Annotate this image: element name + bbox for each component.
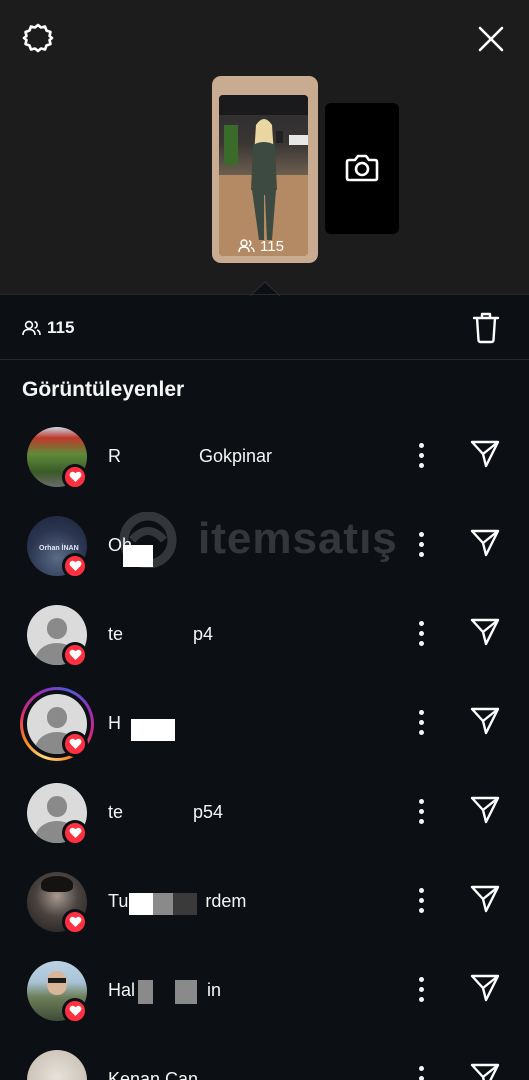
viewers-icon xyxy=(238,239,255,253)
send-icon[interactable] xyxy=(469,439,501,469)
heart-icon xyxy=(62,464,88,490)
settings-icon[interactable] xyxy=(22,22,54,54)
trash-icon[interactable] xyxy=(472,312,500,344)
viewer-count: 115 xyxy=(47,318,75,337)
redaction-block xyxy=(123,545,153,567)
close-icon[interactable] xyxy=(476,24,506,54)
heart-icon xyxy=(62,553,88,579)
more-icon[interactable] xyxy=(410,440,432,470)
viewer-name[interactable]: Kenan Can xyxy=(108,1069,198,1080)
story-viewer-count-value: 115 xyxy=(260,237,284,255)
redaction-block xyxy=(138,980,153,1004)
send-icon[interactable] xyxy=(469,617,501,647)
heart-icon xyxy=(62,998,88,1024)
viewer-name[interactable]: Hal in xyxy=(108,980,221,1001)
heart-icon xyxy=(62,642,88,668)
send-icon[interactable] xyxy=(469,884,501,914)
viewer-name[interactable]: R Gokpinar xyxy=(108,446,272,467)
more-icon[interactable] xyxy=(410,974,432,1004)
viewers-heading: Görüntüleyenler xyxy=(22,378,185,401)
more-icon[interactable] xyxy=(410,618,432,648)
heart-icon xyxy=(62,820,88,846)
viewer-row[interactable]: Tu rdem xyxy=(0,867,529,956)
avatar[interactable] xyxy=(27,1050,87,1080)
send-icon[interactable] xyxy=(469,528,501,558)
viewer-row[interactable]: Hal in xyxy=(0,956,529,1045)
send-icon[interactable] xyxy=(469,706,501,736)
send-icon[interactable] xyxy=(469,795,501,825)
heart-icon xyxy=(62,909,88,935)
viewer-summary: 115 xyxy=(22,316,74,340)
more-icon[interactable] xyxy=(410,529,432,559)
viewer-name[interactable]: H xyxy=(108,713,121,734)
story-thumbnail[interactable] xyxy=(219,95,308,256)
section-divider xyxy=(0,359,529,360)
story-preview-panel: 115 xyxy=(0,0,529,295)
more-icon[interactable] xyxy=(410,885,432,915)
viewer-row[interactable]: Kenan Can xyxy=(0,1045,529,1080)
viewer-row[interactable]: te p4 xyxy=(0,600,529,689)
redaction-block xyxy=(173,893,197,915)
viewer-row[interactable]: te p54 xyxy=(0,778,529,867)
story-viewer-count: 115 xyxy=(238,236,298,256)
viewer-row[interactable]: R Gokpinar xyxy=(0,422,529,511)
camera-icon[interactable] xyxy=(345,152,379,184)
send-icon[interactable] xyxy=(469,973,501,1003)
redaction-block xyxy=(153,893,173,915)
more-icon[interactable] xyxy=(410,796,432,826)
redaction-block xyxy=(131,719,175,741)
viewer-row[interactable]: H xyxy=(0,687,529,778)
viewers-icon xyxy=(22,320,41,336)
panel-divider xyxy=(0,294,529,295)
send-icon[interactable] xyxy=(469,1062,501,1080)
viewer-row[interactable]: Orhan İNAN Oh xyxy=(0,511,529,600)
more-icon[interactable] xyxy=(410,1063,432,1080)
heart-icon xyxy=(62,731,88,757)
redaction-block xyxy=(129,893,153,915)
redaction-block xyxy=(175,980,197,1004)
more-icon[interactable] xyxy=(410,707,432,737)
viewer-name[interactable]: te p4 xyxy=(108,624,213,645)
viewer-name[interactable]: te p54 xyxy=(108,802,223,823)
